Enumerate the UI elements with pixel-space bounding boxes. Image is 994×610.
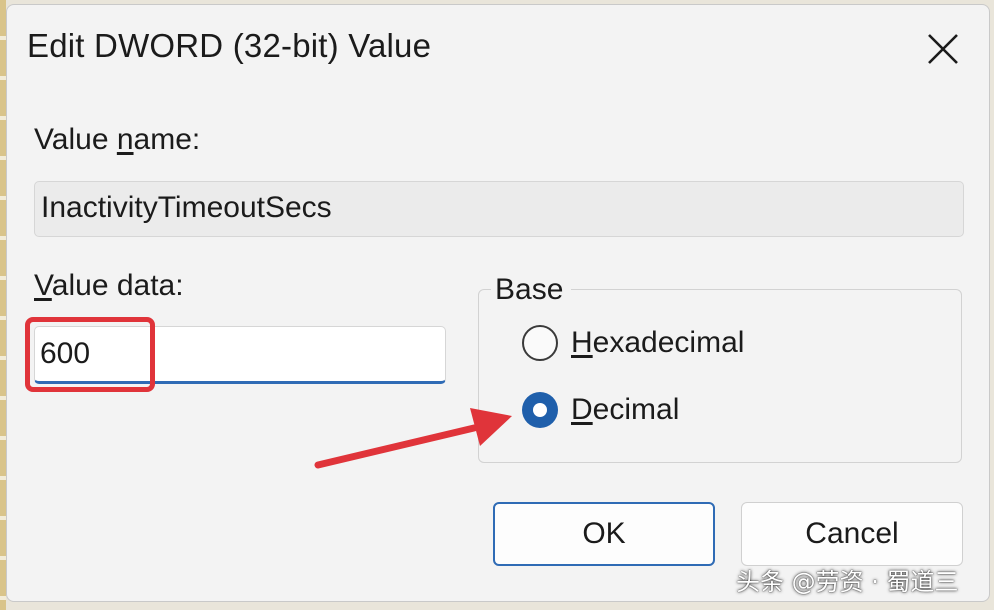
radio-hexadecimal-label: Hexadecimal xyxy=(571,326,745,359)
close-button[interactable] xyxy=(915,23,971,75)
ok-button[interactable]: OK xyxy=(493,502,715,566)
radio-hexadecimal[interactable]: Hexadecimal xyxy=(522,325,744,361)
value-name-field: InactivityTimeoutSecs xyxy=(34,181,964,237)
radio-circle-unchecked[interactable] xyxy=(522,325,558,361)
cancel-button[interactable]: Cancel xyxy=(741,502,963,566)
value-data-field[interactable] xyxy=(34,326,446,384)
edit-dword-dialog: Edit DWORD (32-bit) Value Value name: In… xyxy=(6,4,990,602)
value-name-label: Value name: xyxy=(34,123,201,156)
radio-decimal-label: Decimal xyxy=(571,393,680,426)
close-icon xyxy=(928,34,958,64)
base-groupbox xyxy=(478,289,962,463)
base-legend: Base xyxy=(491,273,572,307)
radio-decimal[interactable]: Decimal xyxy=(522,392,679,428)
dialog-title: Edit DWORD (32-bit) Value xyxy=(27,27,432,64)
value-data-label: Value data: xyxy=(34,269,184,302)
value-name-text: InactivityTimeoutSecs xyxy=(41,191,332,224)
value-data-input[interactable] xyxy=(35,327,445,381)
watermark-text: 头条 @劳资 · 蜀道三 xyxy=(736,568,959,596)
radio-circle-checked[interactable] xyxy=(522,392,558,428)
